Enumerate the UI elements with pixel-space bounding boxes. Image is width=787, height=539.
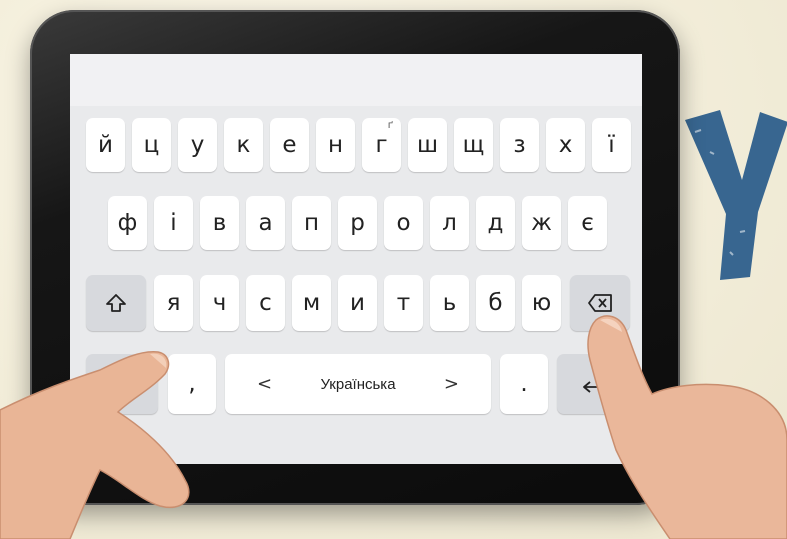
key-11[interactable]: х <box>546 118 585 172</box>
key-label: с <box>259 290 272 316</box>
key-label: в <box>212 210 227 236</box>
key-label: д <box>487 210 504 236</box>
space-key[interactable]: < Українська > <box>225 354 491 414</box>
key-label: є <box>581 210 594 236</box>
key-12[interactable]: ї <box>592 118 631 172</box>
key-label: е <box>282 132 297 158</box>
key-label: у <box>190 132 205 158</box>
key-25[interactable]: ч <box>200 275 239 331</box>
key-24[interactable]: я <box>154 275 193 331</box>
left-hand <box>0 351 190 539</box>
key-label: й <box>98 132 113 158</box>
keyboard-top-bar <box>70 54 642 106</box>
key-30[interactable]: ь <box>430 275 469 331</box>
key-label: т <box>396 290 411 316</box>
key-29[interactable]: т <box>384 275 423 331</box>
key-label: л <box>442 210 457 236</box>
key-4[interactable]: к <box>224 118 263 172</box>
key-label: ф <box>117 210 138 236</box>
key-label: о <box>396 210 411 236</box>
right-hand <box>587 315 787 539</box>
key-label: х <box>558 132 573 158</box>
key-label: я <box>166 290 181 316</box>
key-5[interactable]: е <box>270 118 309 172</box>
key-label: з <box>513 132 526 158</box>
key-2[interactable]: ц <box>132 118 171 172</box>
key-17[interactable]: п <box>292 196 331 250</box>
key-hint: ґ <box>387 120 393 131</box>
key-28[interactable]: и <box>338 275 377 331</box>
key-19[interactable]: о <box>384 196 423 250</box>
key-label: і <box>170 210 177 236</box>
key-label: ч <box>212 290 227 316</box>
key-label: б <box>488 290 503 316</box>
key-13[interactable]: ф <box>108 196 147 250</box>
shift-icon <box>106 294 126 312</box>
key-label: н <box>327 132 344 158</box>
key-16[interactable]: а <box>246 196 285 250</box>
key-7[interactable]: г ґ <box>362 118 401 172</box>
key-18[interactable]: р <box>338 196 377 250</box>
period-key[interactable]: . <box>500 354 548 414</box>
key-23[interactable]: є <box>568 196 607 250</box>
key-label: и <box>350 290 365 316</box>
key-20[interactable]: л <box>430 196 469 250</box>
language-next-arrow: > <box>443 373 459 395</box>
key-8[interactable]: ш <box>408 118 447 172</box>
key-1[interactable]: й <box>86 118 125 172</box>
key-32[interactable]: ю <box>522 275 561 331</box>
key-22[interactable]: ж <box>522 196 561 250</box>
key-label: м <box>302 290 321 316</box>
key-label: р <box>350 210 365 236</box>
key-6[interactable]: н <box>316 118 355 172</box>
key-label: щ <box>462 132 485 158</box>
key-3[interactable]: у <box>178 118 217 172</box>
key-label: г <box>375 132 388 158</box>
key-27[interactable]: м <box>292 275 331 331</box>
key-label: ю <box>531 290 552 316</box>
key-label: ш <box>416 132 439 158</box>
decorative-letter-graphic <box>685 110 787 280</box>
key-21[interactable]: д <box>476 196 515 250</box>
key-label: . <box>520 371 528 397</box>
key-label: ь <box>442 290 457 316</box>
key-label: ї <box>608 132 615 158</box>
key-label: ц <box>143 132 160 158</box>
key-label: п <box>303 210 320 236</box>
key-26[interactable]: с <box>246 275 285 331</box>
key-14[interactable]: і <box>154 196 193 250</box>
key-label: к <box>236 132 251 158</box>
key-31[interactable]: б <box>476 275 515 331</box>
key-15[interactable]: в <box>200 196 239 250</box>
space-language-label: Українська <box>320 375 396 393</box>
shift-key[interactable] <box>86 275 146 331</box>
key-10[interactable]: з <box>500 118 539 172</box>
key-label: ж <box>531 210 552 236</box>
key-9[interactable]: щ <box>454 118 493 172</box>
key-label: а <box>258 210 273 236</box>
